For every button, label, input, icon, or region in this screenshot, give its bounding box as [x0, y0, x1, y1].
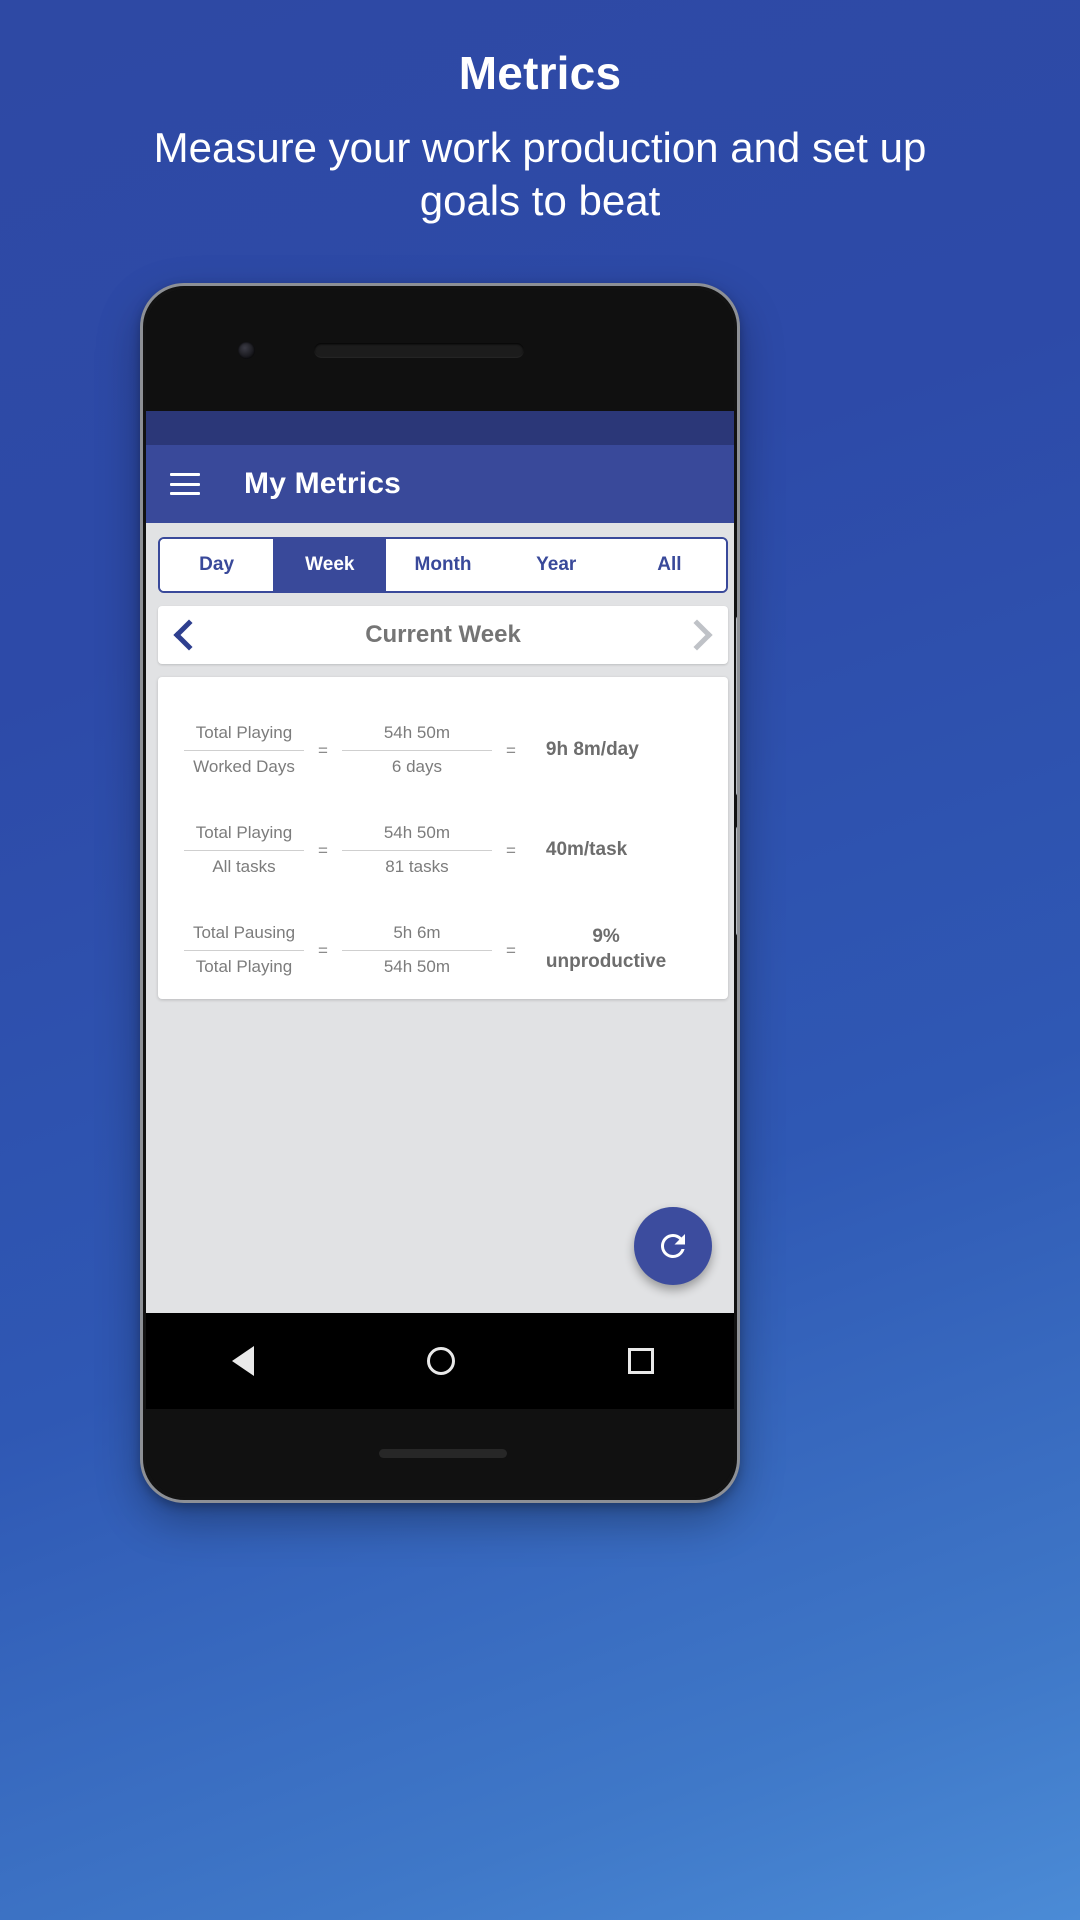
metric-definition-fraction: Total Playing All tasks	[184, 821, 304, 879]
refresh-icon	[660, 1234, 685, 1258]
app-bar: My Metrics	[146, 445, 734, 523]
metric-value-denominator: 81 tasks	[385, 856, 449, 876]
metric-definition-fraction: Total Playing Worked Days	[184, 721, 304, 779]
fraction-bar	[184, 749, 304, 751]
fraction-bar	[341, 849, 492, 851]
fraction-bar	[184, 849, 304, 851]
front-camera-icon	[238, 342, 255, 359]
phone-body: My Metrics Day Week Month Year All Curre…	[146, 289, 734, 1497]
equals-sign: =	[505, 741, 516, 760]
promo-title: Metrics	[458, 47, 622, 99]
metric-value-denominator: 6 days	[391, 756, 442, 776]
equals-sign: =	[318, 941, 328, 960]
refresh-fab-button[interactable]	[634, 1207, 712, 1285]
period-navigator: Current Week	[158, 606, 728, 664]
metric-value-numerator: 54h 50m	[383, 722, 451, 742]
metric-values-fraction: 54h 50m 81 tasks	[341, 821, 492, 879]
android-nav-bar	[146, 1313, 734, 1409]
metric-definition-numerator: Total Playing	[195, 822, 293, 842]
equals-sign: =	[318, 841, 328, 860]
tab-month[interactable]: Month	[386, 539, 500, 591]
metric-result: 40m/task	[545, 838, 628, 860]
tab-day[interactable]: Day	[160, 539, 274, 591]
fraction-bar	[184, 949, 304, 951]
phone-power-button	[736, 616, 737, 796]
equals-sign: =	[318, 741, 328, 760]
metric-definition-denominator: All tasks	[212, 856, 276, 876]
tab-week[interactable]: Week	[273, 539, 387, 591]
metric-values-fraction: 54h 50m 6 days	[341, 721, 492, 779]
phone-mockup: My Metrics Day Week Month Year All Curre…	[140, 283, 740, 1503]
page-title: My Metrics	[244, 467, 402, 500]
phone-top-bezel	[146, 289, 734, 411]
period-tabs: Day Week Month Year All	[158, 537, 728, 593]
metric-row: Total Playing All tasks = 54h 50m 81 tas…	[158, 805, 728, 895]
metric-values-fraction: 5h 6m 54h 50m	[341, 921, 492, 979]
metric-definition-numerator: Total Pausing	[192, 922, 296, 942]
metric-value-numerator: 5h 6m	[393, 922, 441, 942]
metric-definition-numerator: Total Playing	[195, 722, 293, 742]
phone-volume-button	[736, 826, 737, 936]
home-circle-icon[interactable]	[426, 1347, 455, 1375]
metric-result: 9% unproductive	[545, 926, 667, 972]
bottom-speaker-icon	[379, 1449, 507, 1458]
back-triangle-icon[interactable]	[232, 1346, 255, 1376]
recents-square-icon[interactable]	[627, 1348, 654, 1374]
fraction-bar	[341, 749, 492, 751]
phone-bottom-bezel	[146, 1409, 734, 1497]
metric-result: 9h 8m/day	[545, 738, 639, 760]
metric-row: Total Playing Worked Days = 54h 50m 6 da…	[158, 705, 728, 795]
promo-header: Metrics Measure your work production and…	[0, 0, 1080, 228]
metric-value-denominator: 54h 50m	[383, 956, 451, 976]
fraction-bar	[341, 949, 492, 951]
chevron-right-icon[interactable]	[681, 619, 713, 651]
hamburger-icon[interactable]	[170, 473, 200, 495]
period-tabs-container: Day Week Month Year All	[146, 523, 734, 593]
metrics-card: Total Playing Worked Days = 54h 50m 6 da…	[158, 677, 728, 999]
tab-year[interactable]: Year	[499, 539, 613, 591]
metric-row: Total Pausing Total Playing = 5h 6m 54h …	[158, 905, 728, 995]
metric-definition-fraction: Total Pausing Total Playing	[184, 921, 304, 979]
promo-subtitle: Measure your work production and set up …	[153, 123, 927, 225]
status-bar	[146, 411, 734, 445]
equals-sign: =	[505, 841, 516, 860]
period-label: Current Week	[365, 621, 521, 648]
equals-sign: =	[505, 941, 516, 960]
tab-all[interactable]: All	[612, 539, 726, 591]
metric-definition-denominator: Worked Days	[193, 756, 295, 776]
metric-definition-denominator: Total Playing	[195, 956, 293, 976]
metric-value-numerator: 54h 50m	[383, 822, 451, 842]
earpiece-speaker-icon	[314, 343, 524, 358]
phone-screen: My Metrics Day Week Month Year All Curre…	[146, 411, 734, 1313]
